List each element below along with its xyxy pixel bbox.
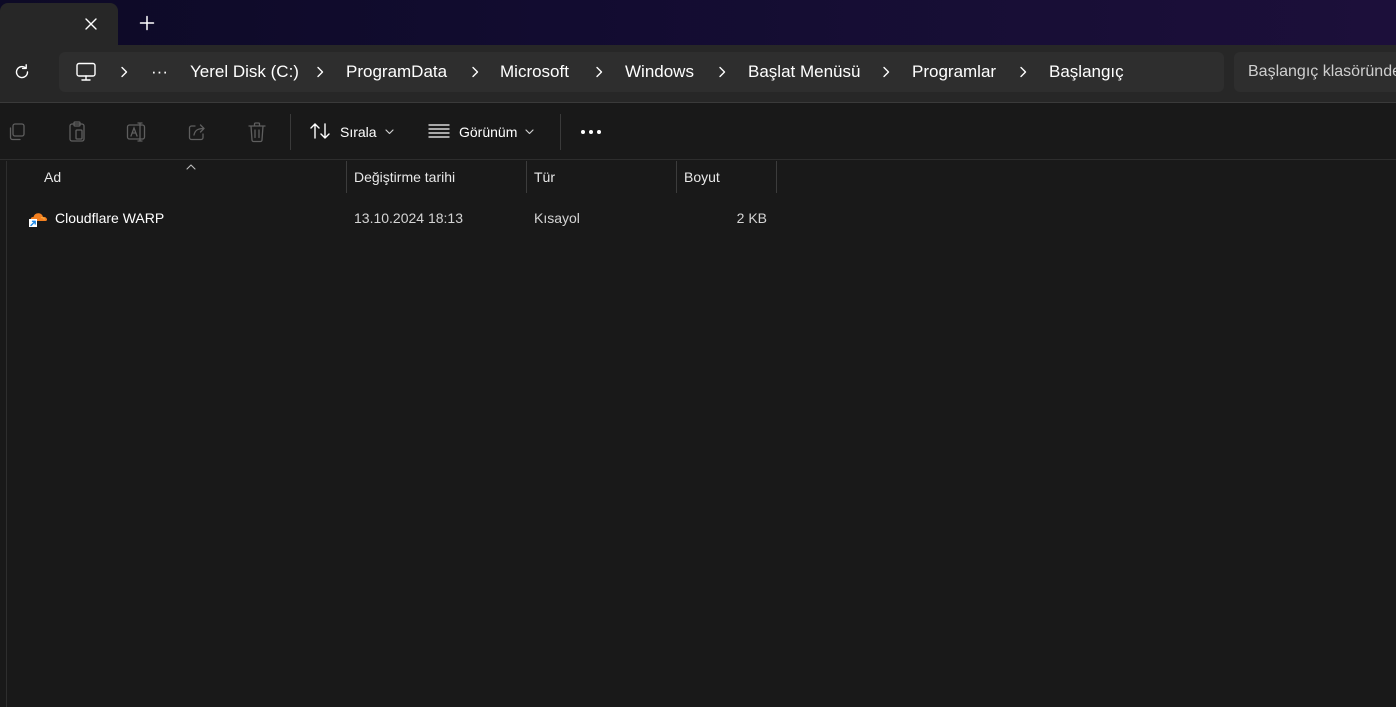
close-icon[interactable] xyxy=(78,11,104,37)
breadcrumb-item-baslat-menusu[interactable]: Başlat Menüsü xyxy=(748,52,860,92)
chevron-right-icon[interactable] xyxy=(1016,52,1030,92)
file-list: Ad Değiştirme tarihi Tür Boyut Cloudflar… xyxy=(0,161,1396,707)
chevron-right-icon[interactable] xyxy=(313,52,327,92)
chevron-right-icon[interactable] xyxy=(592,52,606,92)
view-label: Görünüm xyxy=(459,124,518,140)
breadcrumb-item-yerel-disk[interactable]: Yerel Disk (C:) xyxy=(190,52,299,92)
chevron-down-icon xyxy=(525,129,534,135)
file-modified-date: 13.10.2024 18:13 xyxy=(354,210,463,226)
pane-divider xyxy=(6,161,7,707)
chevron-down-icon xyxy=(384,129,394,135)
delete-icon[interactable] xyxy=(244,119,270,145)
column-header-modified[interactable]: Değiştirme tarihi xyxy=(346,161,527,193)
chevron-right-icon[interactable] xyxy=(117,52,131,92)
address-bar[interactable]: ··· Yerel Disk (C:) ProgramData Microsof… xyxy=(59,52,1224,92)
copy-icon[interactable] xyxy=(4,119,30,145)
command-bar: Sırala Görünüm xyxy=(0,104,1396,160)
view-list-icon xyxy=(428,122,450,143)
file-type: Kısayol xyxy=(534,210,580,226)
cloudflare-shortcut-icon xyxy=(28,208,50,228)
breadcrumb-item-microsoft[interactable]: Microsoft xyxy=(500,52,569,92)
column-header-size[interactable]: Boyut xyxy=(676,161,777,193)
search-input[interactable]: Başlangıç klasöründe ara xyxy=(1234,52,1396,92)
title-bar xyxy=(0,0,1396,45)
chevron-right-icon[interactable] xyxy=(879,52,893,92)
view-button[interactable]: Görünüm xyxy=(428,116,534,148)
more-icon[interactable] xyxy=(578,119,604,145)
sort-icon xyxy=(309,121,331,144)
computer-icon[interactable] xyxy=(75,52,97,92)
rename-icon[interactable] xyxy=(124,119,150,145)
plus-icon[interactable] xyxy=(133,9,161,37)
breadcrumb-item-programdata[interactable]: ProgramData xyxy=(346,52,447,92)
chevron-right-icon[interactable] xyxy=(468,52,482,92)
active-tab[interactable] xyxy=(0,3,118,45)
file-size: 2 KB xyxy=(736,210,767,226)
toolbar-divider xyxy=(290,114,291,150)
table-row[interactable]: Cloudflare WARP 13.10.2024 18:13 Kısayol… xyxy=(22,202,776,234)
toolbar-divider xyxy=(560,114,561,150)
search-placeholder: Başlangıç klasöründe ara xyxy=(1248,63,1396,80)
sort-button[interactable]: Sırala xyxy=(309,116,394,148)
chevron-right-icon[interactable] xyxy=(715,52,729,92)
breadcrumb-item-windows[interactable]: Windows xyxy=(625,52,694,92)
file-name[interactable]: Cloudflare WARP xyxy=(55,202,164,234)
column-header-type[interactable]: Tür xyxy=(526,161,677,193)
paste-icon[interactable] xyxy=(64,119,90,145)
navigation-bar: ··· Yerel Disk (C:) ProgramData Microsof… xyxy=(0,45,1396,103)
refresh-icon[interactable] xyxy=(8,58,36,86)
breadcrumb-overflow[interactable]: ··· xyxy=(151,52,168,92)
breadcrumb-item-baslangic[interactable]: Başlangıç xyxy=(1049,52,1124,92)
sort-label: Sırala xyxy=(340,124,377,140)
column-header-name[interactable]: Ad xyxy=(36,161,347,193)
breadcrumb-item-programlar[interactable]: Programlar xyxy=(912,52,996,92)
share-icon[interactable] xyxy=(184,119,210,145)
